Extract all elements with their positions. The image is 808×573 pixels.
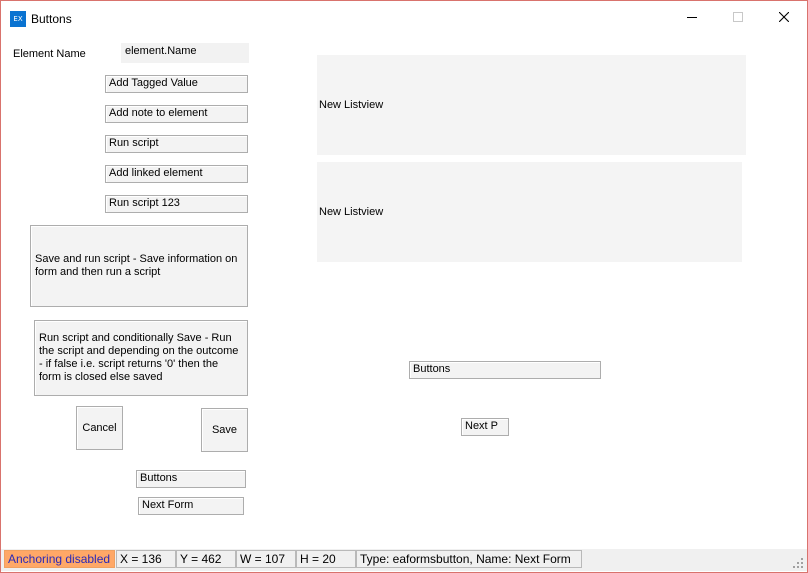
save-and-run-script-button[interactable]: Save and run script - Save information o… <box>30 225 248 307</box>
run-script-123-button[interactable]: Run script 123 <box>105 195 248 213</box>
close-button[interactable] <box>761 1 807 33</box>
run-script-conditional-save-button[interactable]: Run script and conditionally Save - Run … <box>34 320 248 396</box>
width-status: W = 107 <box>236 550 296 568</box>
listview-2[interactable]: New Listview <box>317 162 742 262</box>
save-button[interactable]: Save <box>201 408 248 452</box>
app-icon: EX <box>10 11 26 27</box>
minimize-button[interactable] <box>669 1 715 33</box>
add-note-button[interactable]: Add note to element <box>105 105 248 123</box>
buttons-button-left[interactable]: Buttons <box>136 470 246 488</box>
element-name-field[interactable]: element.Name <box>121 43 249 63</box>
run-script-button[interactable]: Run script <box>105 135 248 153</box>
maximize-icon <box>733 12 743 22</box>
listview-1[interactable]: New Listview <box>317 55 746 155</box>
y-coordinate-status: Y = 462 <box>176 550 236 568</box>
save-and-run-script-label: Save and run script - Save information o… <box>35 253 238 278</box>
run-script-conditional-save-label: Run script and conditionally Save - Run … <box>39 332 239 383</box>
add-tagged-value-button[interactable]: Add Tagged Value <box>105 75 248 93</box>
close-icon <box>779 12 789 22</box>
listview-2-label: New Listview <box>319 206 384 218</box>
title-bar[interactable]: EX Buttons <box>1 1 807 33</box>
height-status: H = 20 <box>296 550 356 568</box>
element-name-label: Element Name <box>13 48 86 60</box>
add-linked-element-button[interactable]: Add linked element <box>105 165 248 183</box>
window-title: Buttons <box>31 12 72 26</box>
next-p-button[interactable]: Next P <box>461 418 509 436</box>
minimize-icon <box>687 17 697 18</box>
cancel-button[interactable]: Cancel <box>76 406 123 450</box>
maximize-button[interactable] <box>715 1 761 33</box>
x-coordinate-status: X = 136 <box>116 550 176 568</box>
window: EX Buttons Element Name element.Name Add… <box>0 0 808 573</box>
status-bar: Anchoring disabled X = 136 Y = 462 W = 1… <box>1 549 807 571</box>
anchoring-status[interactable]: Anchoring disabled <box>4 550 115 568</box>
resize-grip-icon[interactable] <box>792 557 804 569</box>
buttons-button-right[interactable]: Buttons <box>409 361 601 379</box>
type-info-status: Type: eaformsbutton, Name: Next Form <box>356 550 582 568</box>
next-form-button[interactable]: Next Form <box>138 497 244 515</box>
listview-1-label: New Listview <box>319 99 384 111</box>
